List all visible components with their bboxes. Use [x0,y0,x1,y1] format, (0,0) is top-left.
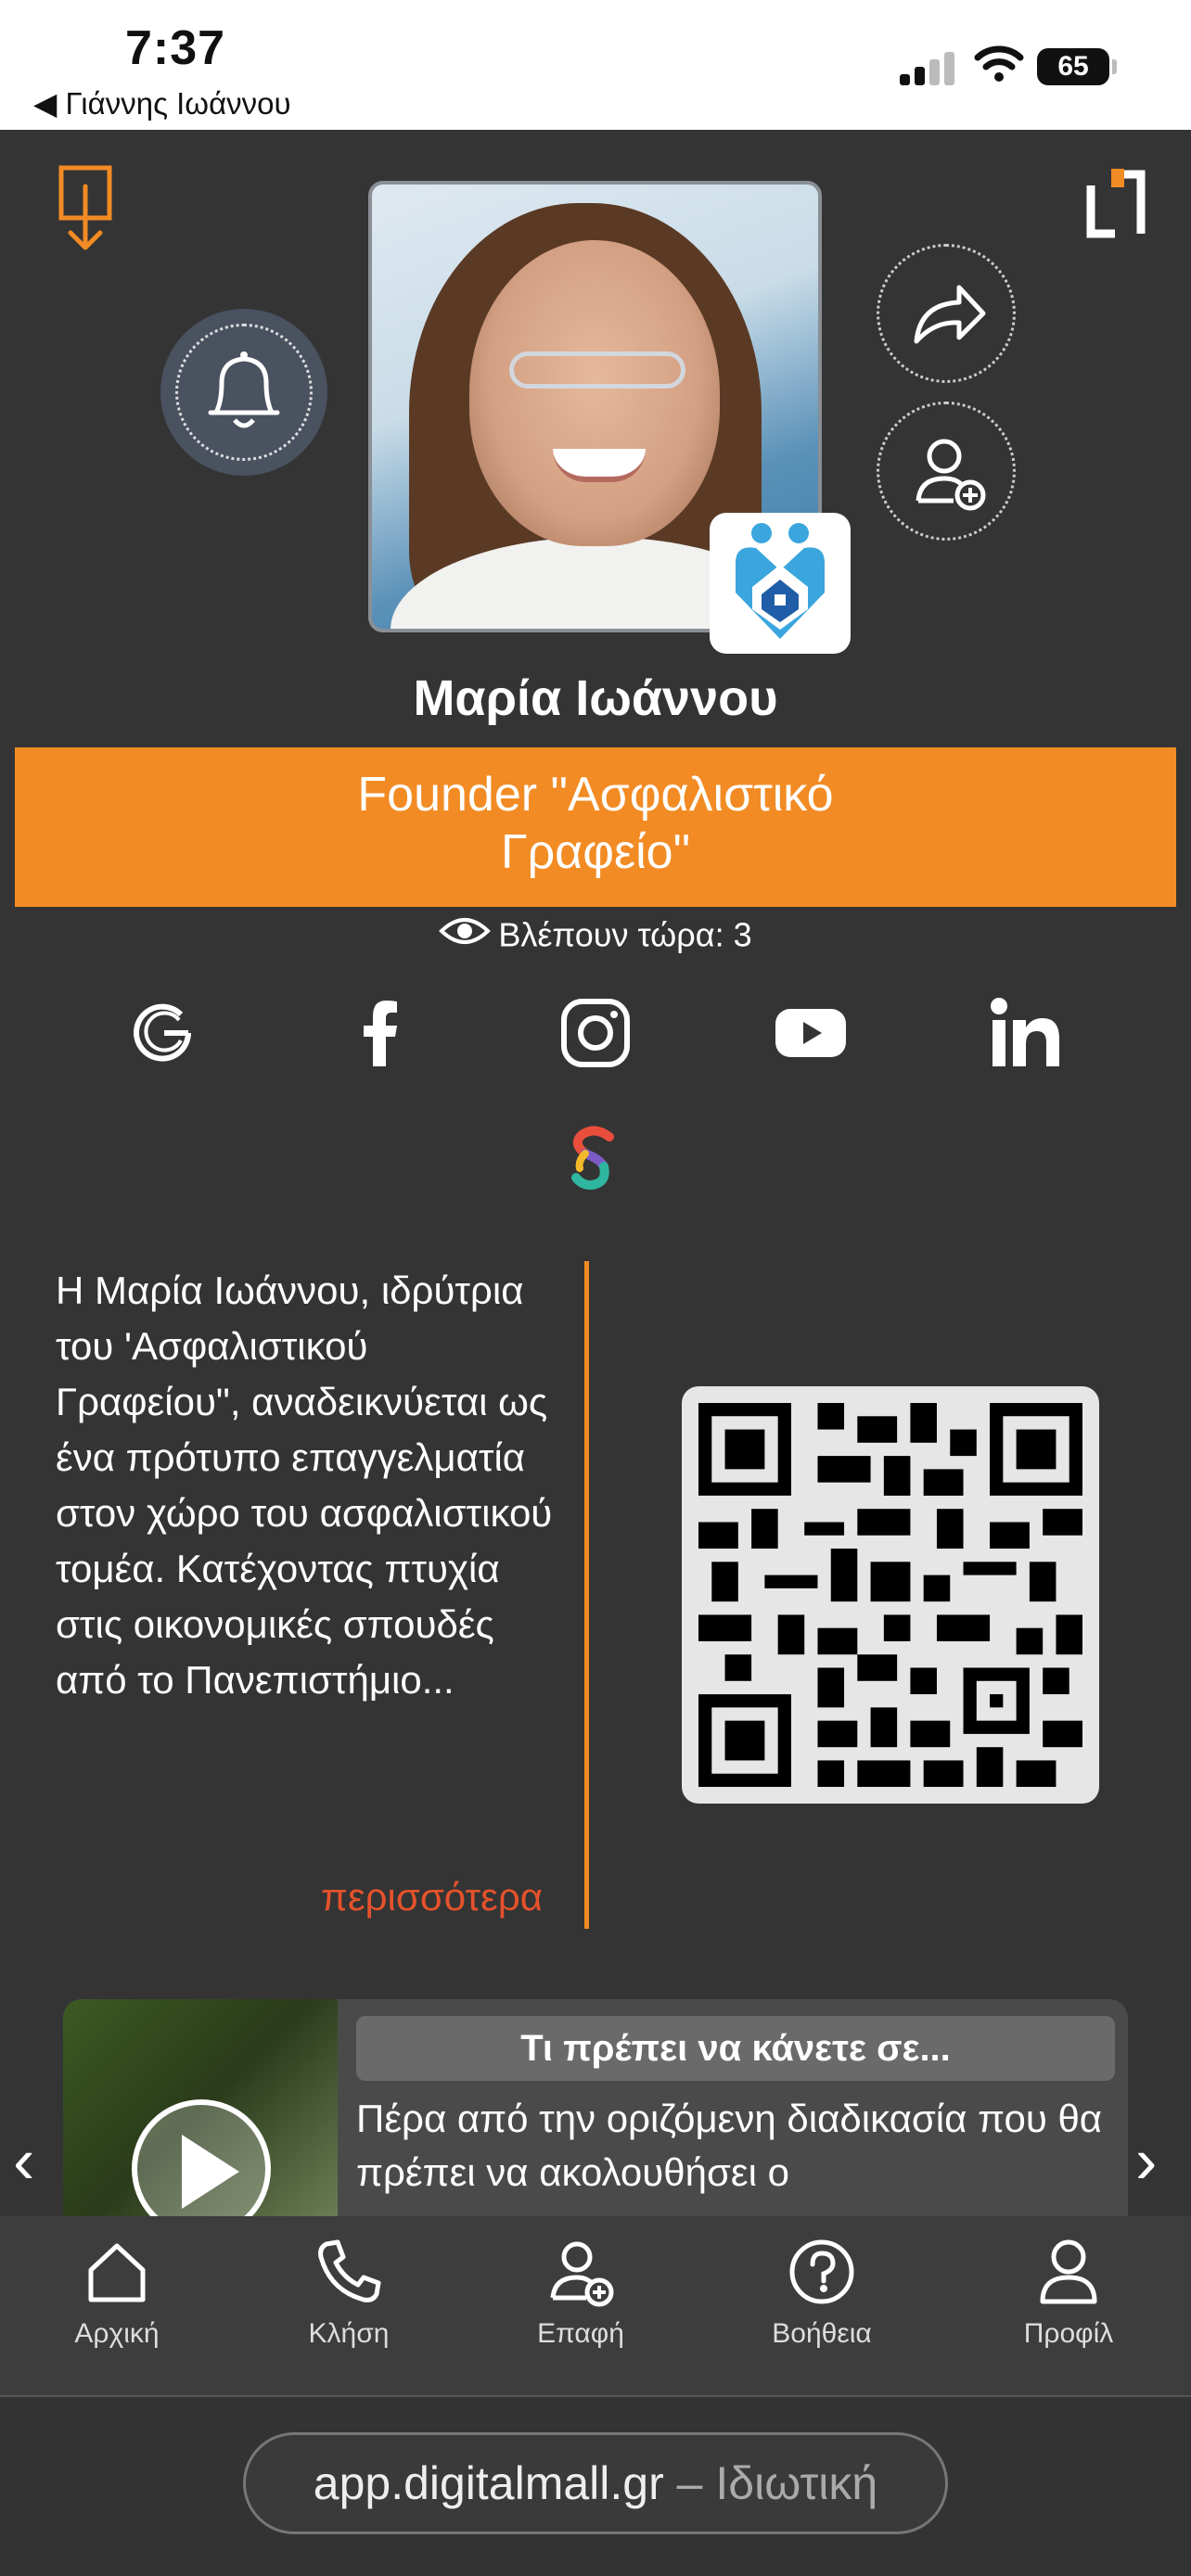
video-title: Τι πρέπει να κάνετε σε... [356,2016,1115,2081]
tab-home[interactable]: Αρχική [33,2235,200,2350]
add-contact-button[interactable] [877,402,1016,541]
google-icon[interactable] [127,996,201,1070]
tab-contact-label: Επαφή [537,2318,624,2349]
wifi-icon [974,45,1024,82]
instagram-icon[interactable] [558,996,633,1070]
eye-icon [439,914,492,956]
tab-call-label: Κλήση [308,2318,390,2349]
s-brand-icon[interactable] [557,1120,632,1194]
share-button[interactable] [877,244,1016,383]
tab-home-label: Αρχική [74,2318,160,2349]
job-title-line-2: Γραφείο" [500,825,691,879]
bottom-tab-bar: Αρχική Κλήση Επαφή Βοήθεια Προφίλ [0,2216,1191,2397]
bio-text: Η Μαρία Ιωάννου, ιδρύτρια του 'Ασφαλιστι… [56,1269,553,1702]
phone-icon [318,2239,381,2302]
private-mode-label: Ιδιωτική [715,2457,878,2509]
linkedin-icon[interactable] [989,996,1063,1070]
play-icon[interactable] [132,2099,271,2217]
home-icon [88,2243,146,2302]
job-title-banner: Founder "Ασφαλιστικό Γραφείο" [15,747,1176,907]
brand-logo-icon[interactable] [1083,167,1148,241]
battery-icon: 65 [1037,48,1117,85]
help-icon [789,2239,854,2304]
read-more-link[interactable]: περισσότερα [288,1875,543,1919]
tab-help[interactable]: Βοήθεια [738,2235,905,2350]
company-logo-badge [710,513,851,654]
carousel-next-button[interactable]: › [1135,2123,1157,2198]
url-separator: – [676,2457,703,2509]
tab-profile-label: Προφίλ [1023,2318,1114,2349]
qr-code [682,1386,1099,1804]
status-bar: 7:37 ◀ Γιάννης Ιωάννου 65 [0,0,1191,130]
tab-profile[interactable]: Προφίλ [985,2235,1152,2350]
job-title-line-1: Founder "Ασφαλιστικό [357,768,834,822]
user-icon [1040,2239,1097,2304]
address-bar[interactable]: app.digitalmall.gr – Ιδιωτική [243,2432,948,2534]
video-description: Πέρα από την οριζόμενη διαδικασία που θα… [356,2097,1103,2194]
tab-contact[interactable]: Επαφή [497,2235,664,2350]
profile-name: Μαρία Ιωάννου [413,670,778,726]
url-domain: app.digitalmall.gr [313,2457,664,2509]
tab-call[interactable]: Κλήση [265,2235,432,2350]
divider [584,1261,589,1929]
share-arrow-icon [914,285,986,344]
carousel-prev-button[interactable]: ‹ [13,2123,34,2198]
add-user-icon [916,439,986,511]
browser-bottom-bar: app.digitalmall.gr – Ιδιωτική [0,2397,1191,2576]
notifications-button[interactable] [160,309,327,476]
cellular-signal-icon [900,48,955,85]
bell-icon [208,351,280,428]
video-thumbnail[interactable] [63,1999,338,2217]
viewers-count: Βλέπουν τώρα: 3 [498,915,752,954]
facebook-icon[interactable] [343,996,417,1070]
video-card[interactable]: Τι πρέπει να κάνετε σε... Πέρα από την ο… [63,1999,1128,2217]
clock: 7:37 [125,21,226,75]
add-user-icon [550,2241,614,2307]
live-viewers: Βλέπουν τώρα: 3 [0,913,1191,956]
insurance-family-icon [736,523,825,639]
youtube-icon[interactable] [774,996,848,1070]
tab-help-label: Βοήθεια [772,2318,872,2349]
back-to-app-link[interactable]: ◀ Γιάννης Ιωάννου [33,85,291,121]
download-contact-icon[interactable] [48,162,122,255]
